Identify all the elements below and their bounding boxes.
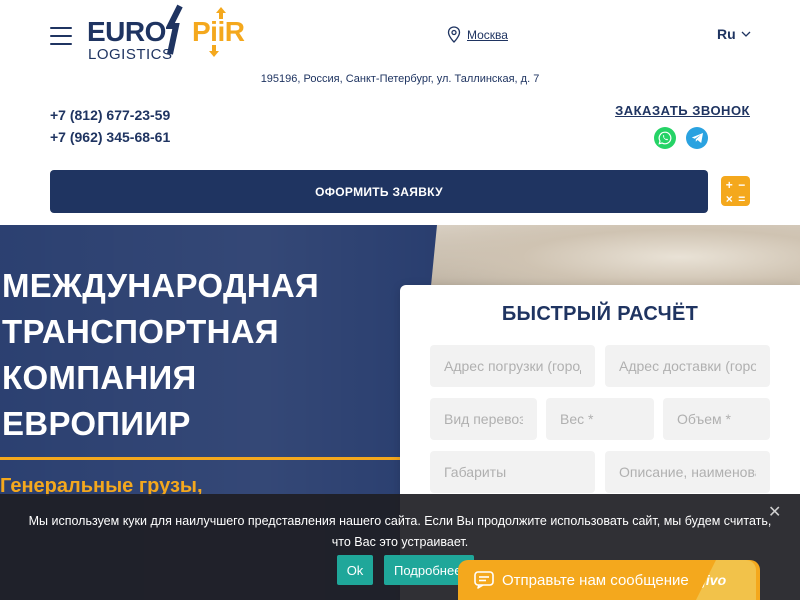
calc-minus: − [738, 178, 746, 192]
calc-plus: + [725, 178, 733, 192]
whatsapp-icon[interactable] [654, 127, 676, 149]
chat-label: Отправьте нам сообщение [502, 571, 689, 589]
telegram-icon[interactable] [686, 127, 708, 149]
messenger-links [654, 127, 708, 149]
pickup-address-input[interactable] [430, 345, 595, 387]
hero-divider [0, 457, 400, 460]
chat-message-icon [474, 571, 494, 589]
location-pin-icon [447, 26, 461, 43]
cookie-accept-button[interactable]: Ok [337, 555, 373, 585]
menu-button[interactable] [50, 27, 72, 45]
logo-up-arrow-icon [216, 7, 226, 19]
volume-input[interactable] [663, 398, 770, 440]
close-icon[interactable]: ✕ [768, 502, 781, 522]
company-address: 195196, Россия, Санкт-Петербург, ул. Тал… [260, 73, 540, 85]
calc-equals: = [738, 192, 746, 206]
phone-link[interactable]: +7 (812) 677-23-59 [50, 104, 170, 126]
telegram-glyph-icon [691, 133, 703, 143]
language-label: Ru [717, 26, 736, 42]
quick-calc-title: БЫСТРЫЙ РАСЧЁТ [501, 303, 699, 325]
description-input[interactable] [605, 451, 770, 493]
order-button[interactable]: ОФОРМИТЬ ЗАЯВКУ [50, 170, 708, 213]
jivo-logo: jivo [696, 560, 756, 600]
city-selector[interactable]: Москва [447, 26, 508, 43]
weight-input[interactable] [546, 398, 654, 440]
hero-title: МЕЖДУНАРОДНАЯ ТРАНСПОРТНАЯ КОМПАНИЯ ЕВРО… [2, 267, 320, 442]
phone-link[interactable]: +7 (962) 345-68-61 [50, 126, 170, 148]
logo-down-arrow-icon [209, 45, 219, 57]
chat-widget[interactable]: Отправьте нам сообщение jivo [458, 560, 760, 600]
callback-link[interactable]: ЗАКАЗАТЬ ЗВОНОК [615, 103, 750, 118]
phone-list: +7 (812) 677-23-59 +7 (962) 345-68-61 [50, 104, 170, 148]
logo-logistics: LOGISTICS [88, 46, 173, 63]
menu-line [50, 43, 72, 45]
city-name[interactable]: Москва [467, 28, 508, 42]
transport-type-input[interactable] [430, 398, 537, 440]
delivery-address-input[interactable] [605, 345, 770, 387]
menu-line [50, 27, 72, 29]
language-selector[interactable]: Ru [717, 26, 751, 42]
chevron-down-icon [741, 31, 751, 37]
whatsapp-glyph-icon [658, 131, 672, 145]
cookie-text: Мы используем куки для наилучшего предст… [28, 514, 772, 549]
logo[interactable]: EURO PiiR LOGISTICS [86, 4, 248, 66]
dimensions-input[interactable] [430, 451, 595, 493]
calculator-icon[interactable]: + − × = [721, 176, 750, 206]
menu-line [50, 35, 72, 37]
calc-times: × [725, 192, 733, 206]
logo-euro: EURO [87, 16, 166, 47]
jivo-brand-text: jivo [702, 572, 727, 588]
